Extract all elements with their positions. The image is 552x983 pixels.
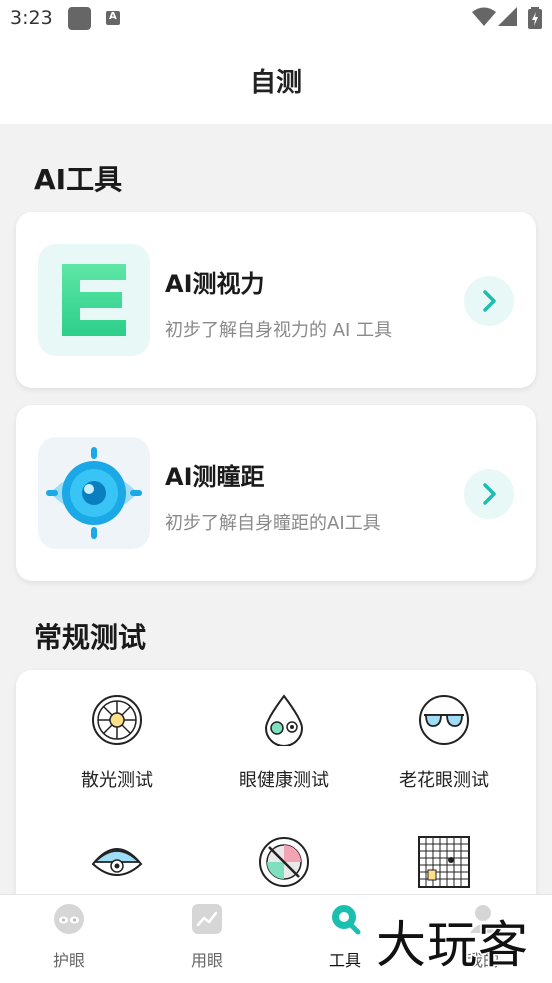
test-label: 眼健康测试 — [239, 770, 329, 791]
nav-label: 用眼 — [190, 951, 223, 970]
test-eye-health[interactable]: 眼健康测试 — [199, 670, 369, 791]
tests-section-title: 常规测试 — [34, 621, 147, 654]
tool-desc: 初步了解自身视力的 AI 工具 — [165, 320, 393, 341]
closed-eye-icon — [91, 848, 143, 876]
watermark-logo: 大玩客 — [375, 915, 530, 975]
amsler-grid-icon — [418, 836, 470, 888]
page-title: 自测 — [249, 68, 302, 98]
glasses-icon — [419, 695, 469, 745]
eye-mask-icon — [54, 904, 84, 934]
eye-drop-icon — [264, 694, 304, 746]
nav-label: 护眼 — [52, 951, 85, 970]
test-astigmatism[interactable]: 散光测试 — [32, 670, 202, 791]
nav-item-usage[interactable]: 用眼 — [138, 895, 276, 983]
keyboard-a-icon — [106, 11, 120, 25]
tool-name: AI测瞳距 — [165, 463, 265, 491]
tool-desc: 初步了解自身瞳距的AI工具 — [165, 513, 381, 534]
eye-target-icon — [38, 437, 150, 549]
astigmatism-dial-icon — [92, 695, 142, 745]
test-label: 散光测试 — [81, 770, 153, 791]
test-presbyopia[interactable]: 老花眼测试 — [359, 670, 529, 791]
battery-icon — [528, 7, 542, 29]
test-label: 老花眼测试 — [399, 770, 489, 791]
color-blind-icon — [259, 837, 309, 887]
chevron-right-icon[interactable] — [464, 276, 514, 326]
search-icon — [332, 905, 361, 935]
tool-name: AI测视力 — [165, 270, 265, 298]
nav-item-protect[interactable]: 护眼 — [0, 895, 138, 983]
title-bar: 自测 — [0, 38, 552, 124]
svg-text:大玩客: 大玩客 — [376, 916, 529, 974]
tests-card: 散光测试 眼健康测试 老花眼测试 — [16, 670, 536, 930]
chevron-right-icon[interactable] — [464, 469, 514, 519]
ai-pd-card[interactable]: AI测瞳距 初步了解自身瞳距的AI工具 — [16, 405, 536, 581]
ai-vision-card[interactable]: AI测视力 初步了解自身视力的 AI 工具 — [16, 212, 536, 388]
status-time: 3:23 — [10, 7, 53, 29]
letter-e-icon — [38, 244, 150, 356]
notification-icon — [68, 7, 91, 30]
chart-icon — [192, 904, 222, 934]
ai-section-title: AI工具 — [34, 163, 123, 196]
signal-icon — [498, 7, 517, 26]
status-bar: 3:23 — [0, 0, 552, 38]
wifi-icon — [472, 7, 496, 26]
